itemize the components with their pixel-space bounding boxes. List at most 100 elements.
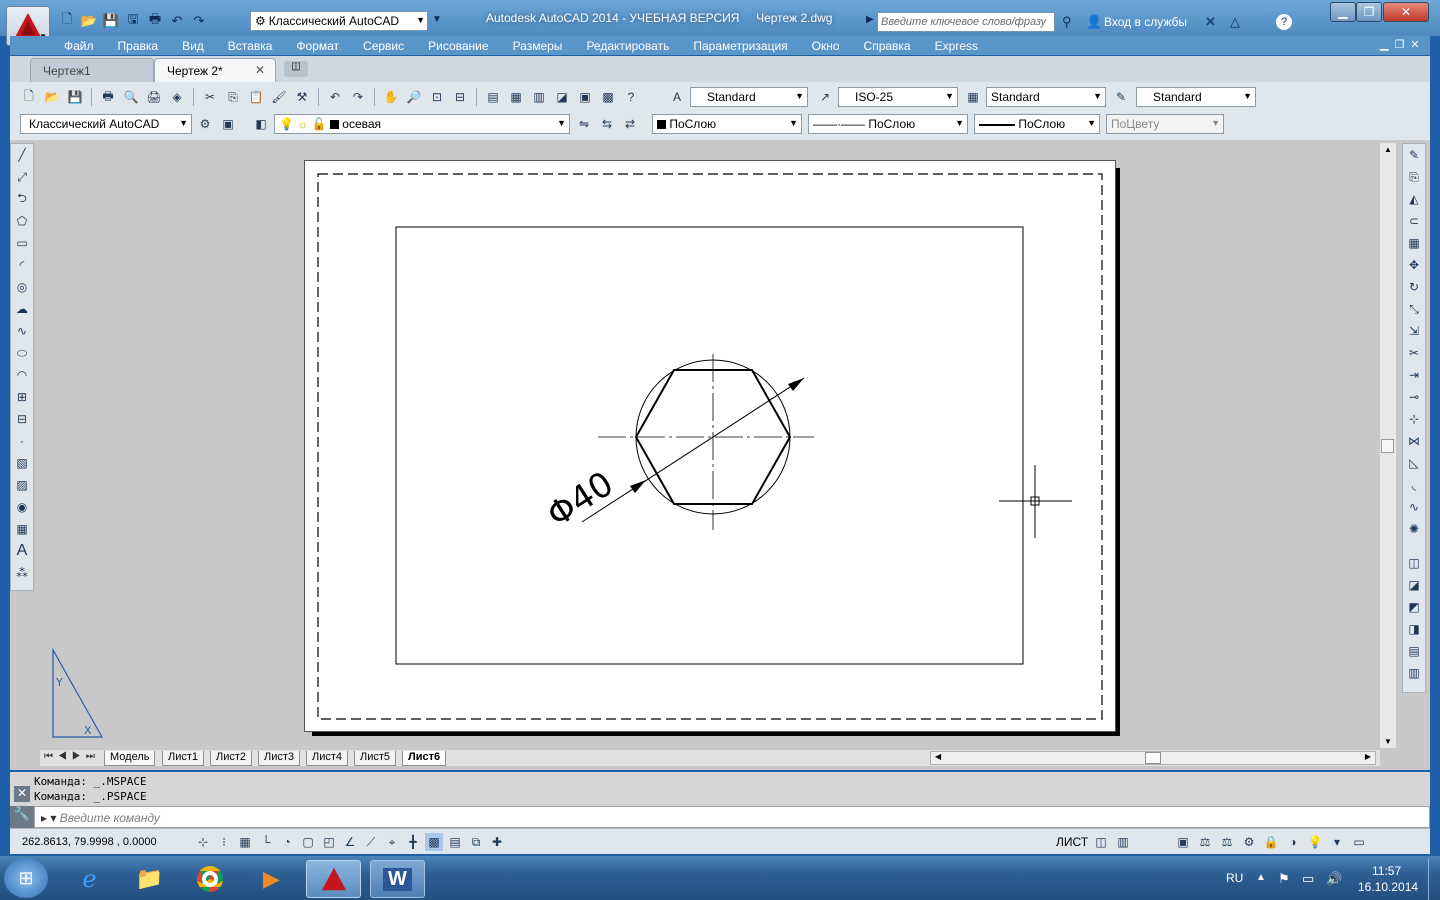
tab-model[interactable]: Модель: [104, 751, 156, 766]
bring-front-icon[interactable]: ◫: [1403, 552, 1425, 574]
menu-view[interactable]: Вид: [170, 39, 216, 53]
open-icon[interactable]: 📂: [80, 12, 98, 30]
menu-parametric[interactable]: Параметризация: [681, 39, 799, 53]
design-center-icon[interactable]: ▦: [507, 88, 525, 106]
line-icon[interactable]: ╱: [11, 144, 33, 166]
cut-icon[interactable]: ✂: [201, 88, 219, 106]
osnap-icon[interactable]: ▢: [299, 833, 317, 851]
make-block-icon[interactable]: ⊟: [11, 408, 33, 430]
otrack-icon[interactable]: ∠: [341, 833, 359, 851]
annotation-visibility-icon[interactable]: ⚖: [1218, 833, 1236, 851]
chamfer-icon[interactable]: ◺: [1403, 452, 1425, 474]
horizontal-scrollbar[interactable]: ◀ ▶: [930, 751, 1376, 765]
ortho-icon[interactable]: └: [257, 833, 275, 851]
clock-date[interactable]: 16.10.2014: [1358, 880, 1418, 894]
word-icon[interactable]: W: [370, 860, 425, 898]
scale-icon[interactable]: ⤡: [1403, 298, 1425, 320]
lineweight-icon[interactable]: ╋: [404, 833, 422, 851]
menu-help[interactable]: Справка: [852, 39, 923, 53]
mirror-icon[interactable]: ◭: [1403, 188, 1425, 210]
file-explorer-icon[interactable]: 📁: [122, 860, 177, 898]
layer-previous-icon[interactable]: ⇆: [598, 115, 616, 133]
polyline-icon[interactable]: ⮌: [11, 188, 33, 210]
qat-menu-icon[interactable]: ▼: [432, 14, 442, 25]
menu-insert[interactable]: Вставка: [216, 39, 285, 53]
workspace-select[interactable]: ⚙ Классический AutoCAD ▼: [250, 11, 428, 31]
offset-icon[interactable]: ⊂: [1403, 210, 1425, 232]
drawing-canvas[interactable]: Φ40: [304, 160, 1116, 732]
color-select[interactable]: ПоСлою ▼: [652, 114, 802, 134]
hatch-icon[interactable]: ▧: [11, 452, 33, 474]
viewport-frame[interactable]: [395, 226, 1024, 665]
arc-icon[interactable]: ◜: [11, 254, 33, 276]
menu-tools[interactable]: Сервис: [351, 39, 416, 53]
binoculars-icon[interactable]: ⚲: [1062, 14, 1072, 30]
ellipse-icon[interactable]: ⬭: [11, 342, 33, 364]
doc-window-controls[interactable]: ▁❐✕: [1380, 38, 1426, 51]
quick-properties-icon[interactable]: ▤: [446, 833, 464, 851]
quick-view-layouts-icon[interactable]: ◫: [1092, 833, 1110, 851]
save-icon[interactable]: 💾: [102, 12, 120, 30]
vertical-scroll-thumb[interactable]: [1381, 439, 1394, 453]
close-icon[interactable]: ✕: [14, 786, 30, 802]
layer-manager-icon[interactable]: ◧: [252, 115, 270, 133]
copy-icon[interactable]: ⎘: [224, 88, 242, 106]
menu-edit[interactable]: Правка: [106, 39, 171, 53]
menu-modify[interactable]: Редактировать: [574, 39, 681, 53]
menu-file[interactable]: Файл: [10, 39, 106, 53]
fillet-icon[interactable]: ◟: [1403, 474, 1425, 496]
trim-icon[interactable]: ✂: [1403, 342, 1425, 364]
doc-tab-1[interactable]: Чертеж1: [30, 58, 154, 82]
clock-time[interactable]: 11:57: [1372, 864, 1401, 878]
quick-view-drawings-icon[interactable]: ▥: [1114, 833, 1132, 851]
table-style-icon[interactable]: ▦: [964, 88, 982, 106]
pan-icon[interactable]: ✋: [382, 88, 400, 106]
3d-print-icon[interactable]: ◈: [168, 88, 186, 106]
internet-explorer-icon[interactable]: ℯ: [62, 860, 117, 898]
print-icon[interactable]: 🖶: [99, 88, 117, 106]
help-icon[interactable]: ?: [622, 88, 640, 106]
rectangle-icon[interactable]: ▭: [11, 232, 33, 254]
dynamic-input-icon[interactable]: ⌖: [383, 833, 401, 851]
zoom-realtime-icon[interactable]: 🔎: [405, 88, 423, 106]
make-current-layer-icon[interactable]: ⇋: [575, 115, 593, 133]
markup-icon[interactable]: ▣: [576, 88, 594, 106]
break-at-point-icon[interactable]: ⊸: [1403, 386, 1425, 408]
join-icon[interactable]: ⋈: [1403, 430, 1425, 452]
menu-format[interactable]: Формат: [284, 39, 351, 53]
array-icon[interactable]: ▦: [1403, 232, 1425, 254]
ellipse-arc-icon[interactable]: ◠: [11, 364, 33, 386]
zoom-window-icon[interactable]: ⊡: [428, 88, 446, 106]
tab-navigation-arrows[interactable]: ⏮◀▶⏭: [44, 751, 100, 762]
linetype-select[interactable]: ——·—— ПоСлою ▼: [808, 114, 968, 134]
sheet-set-icon[interactable]: ◪: [553, 88, 571, 106]
break-icon[interactable]: ⊹: [1403, 408, 1425, 430]
new-icon[interactable]: 🗋: [58, 11, 76, 30]
minimize-button[interactable]: ▁: [1330, 2, 1356, 22]
polar-icon[interactable]: ◔: [278, 833, 296, 851]
mleader-style-icon[interactable]: ✎: [1112, 88, 1130, 106]
coordinates-readout[interactable]: 262.8613, 79.9998 , 0.0000: [22, 836, 157, 848]
action-center-icon[interactable]: ⚑: [1278, 871, 1290, 887]
tab-layout2[interactable]: Лист2: [210, 751, 253, 766]
tab-layout3[interactable]: Лист3: [258, 751, 301, 766]
block-editor-icon[interactable]: ⚒: [293, 88, 311, 106]
annotation-monitor-icon[interactable]: ✚: [488, 833, 506, 851]
hardware-acceleration-icon[interactable]: ◑: [1284, 833, 1302, 851]
erase-icon[interactable]: ✎: [1403, 144, 1425, 166]
text-front-icon[interactable]: ▤: [1403, 640, 1425, 662]
close-button[interactable]: ✕: [1383, 2, 1429, 22]
tab-layout1[interactable]: Лист1: [162, 751, 205, 766]
3d-osnap-icon[interactable]: ◰: [320, 833, 338, 851]
properties-icon[interactable]: ▤: [484, 88, 502, 106]
zoom-previous-icon[interactable]: ⊟: [451, 88, 469, 106]
selection-cycling-icon[interactable]: ⧉: [467, 833, 485, 851]
diameter-dimension[interactable]: Φ40: [540, 377, 805, 536]
send-under-icon[interactable]: ◨: [1403, 618, 1425, 640]
move-icon[interactable]: ✥: [1403, 254, 1425, 276]
snap-icon[interactable]: ⁝: [215, 833, 233, 851]
table-icon[interactable]: ▦: [11, 518, 33, 540]
dim-style-icon[interactable]: ↗: [816, 88, 834, 106]
community-icon[interactable]: △: [1230, 14, 1240, 30]
annotation-scale-icon[interactable]: ⚖: [1196, 833, 1214, 851]
